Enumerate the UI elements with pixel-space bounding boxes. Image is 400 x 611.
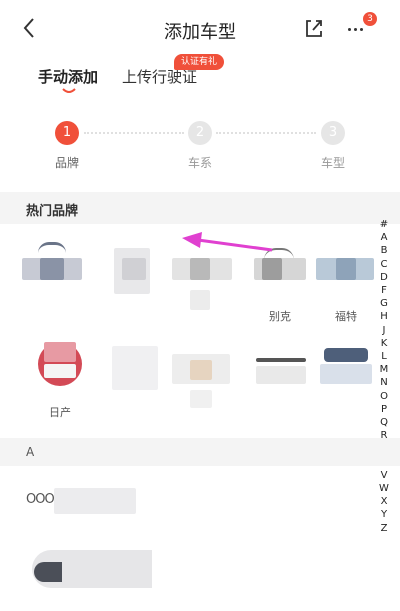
brand-logo (252, 338, 312, 393)
index-letter[interactable]: F (376, 284, 392, 297)
share-icon (306, 20, 322, 37)
brand-name: 福特 (335, 310, 357, 323)
step-connector (216, 132, 316, 134)
index-letter[interactable]: D (376, 271, 392, 284)
tab-manual-add[interactable]: 手动添加 (38, 66, 98, 87)
brand-logo (108, 338, 168, 393)
share-button[interactable] (302, 16, 326, 40)
annotation-arrow-icon (182, 232, 273, 252)
index-letter[interactable]: L (376, 350, 392, 363)
index-letter[interactable]: A (376, 231, 392, 244)
index-letter[interactable]: K (376, 337, 392, 350)
index-letter[interactable]: N (376, 376, 392, 389)
brand-name: 别克 (269, 310, 291, 323)
brand-logo (172, 338, 232, 408)
brand-item[interactable]: 日产 (30, 338, 90, 428)
index-letter[interactable]: Y (376, 508, 392, 521)
step-2-label: 车系 (187, 156, 212, 170)
tab-active-indicator (62, 88, 76, 93)
step-1-circle: 1 (55, 121, 79, 145)
brand-item[interactable] (172, 338, 232, 428)
brand-logo (316, 242, 376, 297)
index-letter[interactable]: O (376, 390, 392, 403)
brand-list-item[interactable]: OOOO (26, 488, 266, 514)
brand-logo (22, 242, 82, 297)
brand-list-item[interactable] (26, 548, 266, 590)
alphabet-index[interactable]: # A B C D F G H J K L M N O P Q R S T V … (376, 218, 392, 535)
brand-item[interactable] (108, 338, 168, 428)
brand-item[interactable] (22, 242, 82, 332)
index-letter[interactable]: B (376, 244, 392, 257)
step-connector (84, 132, 184, 134)
section-a-header (0, 438, 400, 466)
hot-brands-title: 热门品牌 (26, 204, 79, 219)
index-letter[interactable]: X (376, 495, 392, 508)
index-letter[interactable]: J (376, 324, 392, 337)
step-3-circle: 3 (321, 121, 345, 145)
index-letter[interactable]: G (376, 297, 392, 310)
brand-item[interactable]: 福特 (316, 242, 376, 332)
step-3-label: 车型 (320, 156, 345, 170)
brand-item[interactable] (252, 338, 312, 428)
brand-logo (30, 338, 90, 393)
brand-logo (318, 338, 378, 393)
index-letter[interactable]: P (376, 403, 392, 416)
section-a-title: A (26, 445, 35, 459)
index-letter[interactable]: C (376, 258, 392, 271)
page-title: 添加车型 (164, 22, 236, 43)
index-letter[interactable]: Z (376, 522, 392, 535)
step-2-circle: 2 (188, 121, 212, 145)
index-letter[interactable]: H (376, 310, 392, 323)
notification-badge: 3 (363, 12, 377, 26)
step-1-label: 品牌 (54, 156, 79, 170)
reward-badge: 认证有礼 (174, 54, 225, 70)
index-letter[interactable]: # (376, 218, 392, 231)
index-letter[interactable]: M (376, 363, 392, 376)
index-letter[interactable]: Q (376, 416, 392, 429)
more-button[interactable]: 3 (346, 12, 377, 42)
brand-logo (108, 242, 168, 297)
brand-name: 日产 (49, 406, 71, 419)
index-letter[interactable]: W (376, 482, 392, 495)
brand-item[interactable] (318, 338, 378, 428)
brand-item[interactable] (108, 242, 168, 332)
index-letter[interactable]: V (376, 469, 392, 482)
